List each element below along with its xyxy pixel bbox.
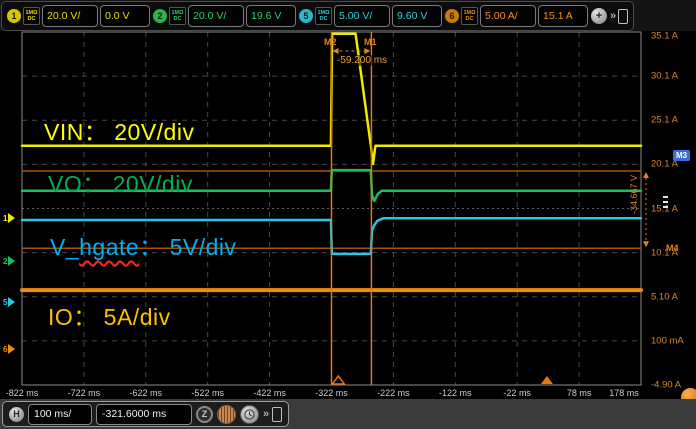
y-axis-label: 25.1 A	[651, 115, 678, 126]
x-axis-label: -722 ms	[68, 388, 101, 398]
vhgate-word: hgate	[79, 234, 139, 260]
oscilloscope-screen: 1 1MΩ DC 20.0 V/ 0.0 V 2 1MΩ DC 20.0 V/ …	[0, 0, 696, 429]
marker-arrow-icon	[8, 213, 15, 223]
y-axis-label: 100 mA	[651, 335, 684, 346]
horizontal-menu-button[interactable]: H	[9, 407, 24, 422]
vhgate-annotation: V_hgate： 5V/div	[50, 228, 237, 262]
vhgate-rest: ： 5V/div	[139, 234, 236, 260]
x-axis-label: 78 ms	[567, 388, 592, 398]
arrowhead-right-icon	[364, 48, 370, 54]
cursor-m3-badge[interactable]: M3	[673, 150, 690, 161]
x-axis-label: -122 ms	[439, 388, 472, 398]
vo-annotation: VO： 20V/div	[48, 165, 193, 199]
x-axis-label: -222 ms	[377, 388, 410, 398]
trigger-marker-hollow[interactable]	[332, 376, 344, 384]
timebase-panel: H 100 ms/ -321.6000 ms Z »	[2, 401, 289, 427]
arrowhead-down-icon	[643, 241, 649, 247]
channel-5-ground-marker[interactable]: 5	[3, 297, 15, 307]
delta-value-readout: -34.667 V	[629, 175, 639, 214]
marker-arrow-icon	[8, 297, 15, 307]
arrowhead-left-icon	[333, 48, 339, 54]
zoom-search-button[interactable]: Z	[196, 406, 213, 423]
clock-button[interactable]	[240, 405, 259, 424]
marker-label: 6	[3, 345, 7, 354]
channel-1-ground-marker[interactable]: 1	[3, 213, 15, 223]
y-axis-label: 30.1 A	[651, 71, 678, 82]
vin-annotation: VIN： 20V/div	[44, 113, 194, 147]
x-axis-label: 178 ms	[609, 388, 639, 398]
x-axis-label: -22 ms	[503, 388, 531, 398]
sidebar-toggle-icon[interactable]	[272, 407, 282, 422]
x-axis-label: -522 ms	[191, 388, 224, 398]
expand-chevrons-icon[interactable]: »	[263, 408, 268, 420]
cursor-m4-label[interactable]: M4	[666, 243, 679, 253]
channel-2-ground-marker[interactable]: 2	[3, 256, 15, 266]
channel-6-ground-marker[interactable]: 6	[3, 344, 15, 354]
arrowhead-up-icon	[643, 172, 649, 178]
delay-field[interactable]: -321.6000 ms	[96, 404, 192, 425]
y-axis-label: -4.90 A	[651, 380, 681, 391]
marker-label: 5	[3, 298, 7, 307]
trigger-marker-solid[interactable]	[541, 376, 553, 384]
bottom-bar: H 100 ms/ -321.6000 ms Z »	[0, 399, 696, 429]
marker-arrow-icon	[8, 344, 15, 354]
timebase-field[interactable]: 100 ms/	[28, 404, 92, 425]
y-axis-label: 35.1 A	[651, 31, 678, 42]
x-axis-label: -422 ms	[253, 388, 286, 398]
marker-label: 1	[3, 214, 7, 223]
cursor-m1-label[interactable]: M1	[364, 37, 377, 47]
marker-label: 2	[3, 257, 7, 266]
acquisition-mode-button[interactable]	[217, 405, 236, 424]
vhgate-prefix: V_	[50, 234, 79, 260]
x-axis-label: -822 ms	[6, 388, 39, 398]
x-axis-label: -322 ms	[315, 388, 348, 398]
io-annotation: IO： 5A/div	[48, 298, 171, 332]
y-axis-label: 5.10 A	[651, 291, 678, 302]
scale-drag-handle[interactable]	[663, 196, 668, 210]
marker-arrow-icon	[8, 256, 15, 266]
x-axis-label: -622 ms	[130, 388, 163, 398]
clock-icon	[244, 409, 255, 420]
delta-time-readout: -59.200 ms	[335, 55, 389, 66]
cursor-m2-label[interactable]: M2	[324, 37, 337, 47]
